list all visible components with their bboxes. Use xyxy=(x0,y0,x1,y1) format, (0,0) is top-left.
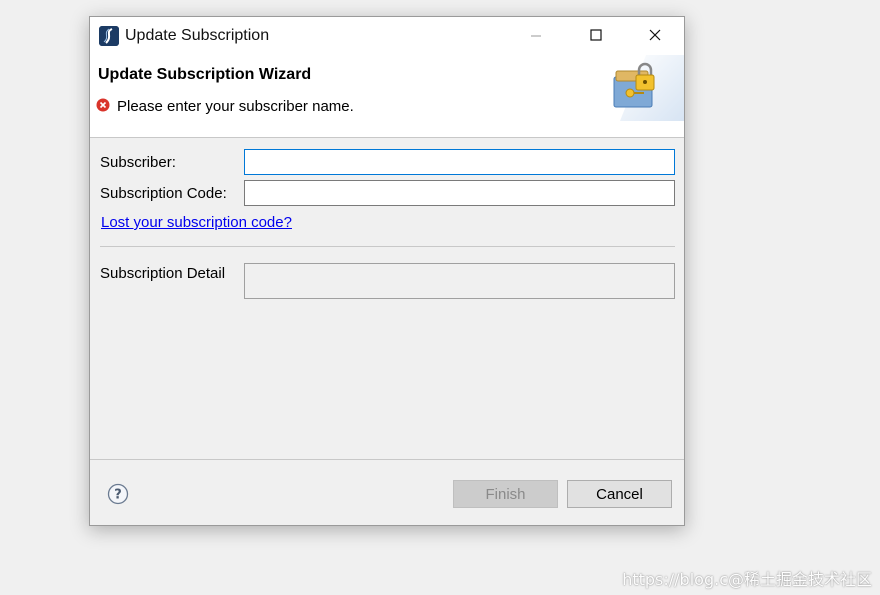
help-icon[interactable]: ? xyxy=(107,483,129,505)
subscription-detail-box xyxy=(244,263,675,299)
subscription-code-input[interactable] xyxy=(244,180,675,206)
cancel-button[interactable]: Cancel xyxy=(567,480,672,508)
window-title: Update Subscription xyxy=(125,27,270,44)
error-icon xyxy=(96,98,110,112)
subscription-code-label: Subscription Code: xyxy=(100,185,227,202)
minimize-icon[interactable] xyxy=(513,17,559,55)
title-bar: Update Subscription xyxy=(90,17,684,55)
wizard-title: Update Subscription Wizard xyxy=(98,66,312,83)
wizard-header: Update Subscription Wizard Please enter … xyxy=(90,55,684,138)
form-divider xyxy=(100,246,675,247)
subscriber-input[interactable] xyxy=(244,149,675,175)
maximize-icon[interactable] xyxy=(573,17,619,55)
lost-subscription-code-link[interactable]: Lost your subscription code? xyxy=(101,214,292,231)
subscriber-label: Subscriber: xyxy=(100,154,176,171)
close-icon[interactable] xyxy=(631,17,677,55)
watermark-text: https://blog.c@稀土掘金技术社区 xyxy=(622,570,872,589)
eclipse-app-icon xyxy=(99,26,119,46)
finish-button[interactable]: Finish xyxy=(453,480,558,508)
svg-text:?: ? xyxy=(114,488,122,503)
error-message: Please enter your subscriber name. xyxy=(117,98,354,115)
lock-key-icon xyxy=(613,55,684,121)
footer-divider xyxy=(90,459,684,460)
subscription-detail-label: Subscription Detail xyxy=(100,265,226,282)
update-subscription-dialog: Update Subscription Update Subscription … xyxy=(89,16,685,526)
